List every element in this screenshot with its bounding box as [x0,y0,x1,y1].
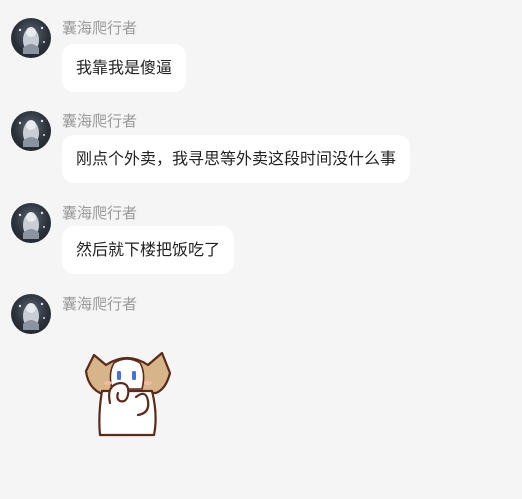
avatar-figure-icon [18,119,45,147]
avatar-figure-icon [18,302,45,330]
message-bubble[interactable]: 刚点个外卖，我寻思等外卖这段时间没什么事 [62,135,411,183]
avatar[interactable] [11,203,51,243]
sender-name: 囊海爬行者 [62,112,138,130]
hiding-face-cat-sticker[interactable] [80,345,175,440]
avatar-figure-icon [18,211,45,239]
sender-name: 囊海爬行者 [62,204,138,222]
cat-sticker-icon [84,351,172,437]
sender-name: 囊海爬行者 [62,295,138,313]
avatar[interactable] [11,111,51,151]
avatar[interactable] [11,294,51,334]
avatar-figure-icon [18,26,45,54]
message-bubble[interactable]: 我靠我是傻逼 [62,44,187,92]
message-bubble[interactable]: 然后就下楼把饭吃了 [62,226,235,274]
avatar[interactable] [11,18,51,58]
sender-name: 囊海爬行者 [62,19,138,37]
